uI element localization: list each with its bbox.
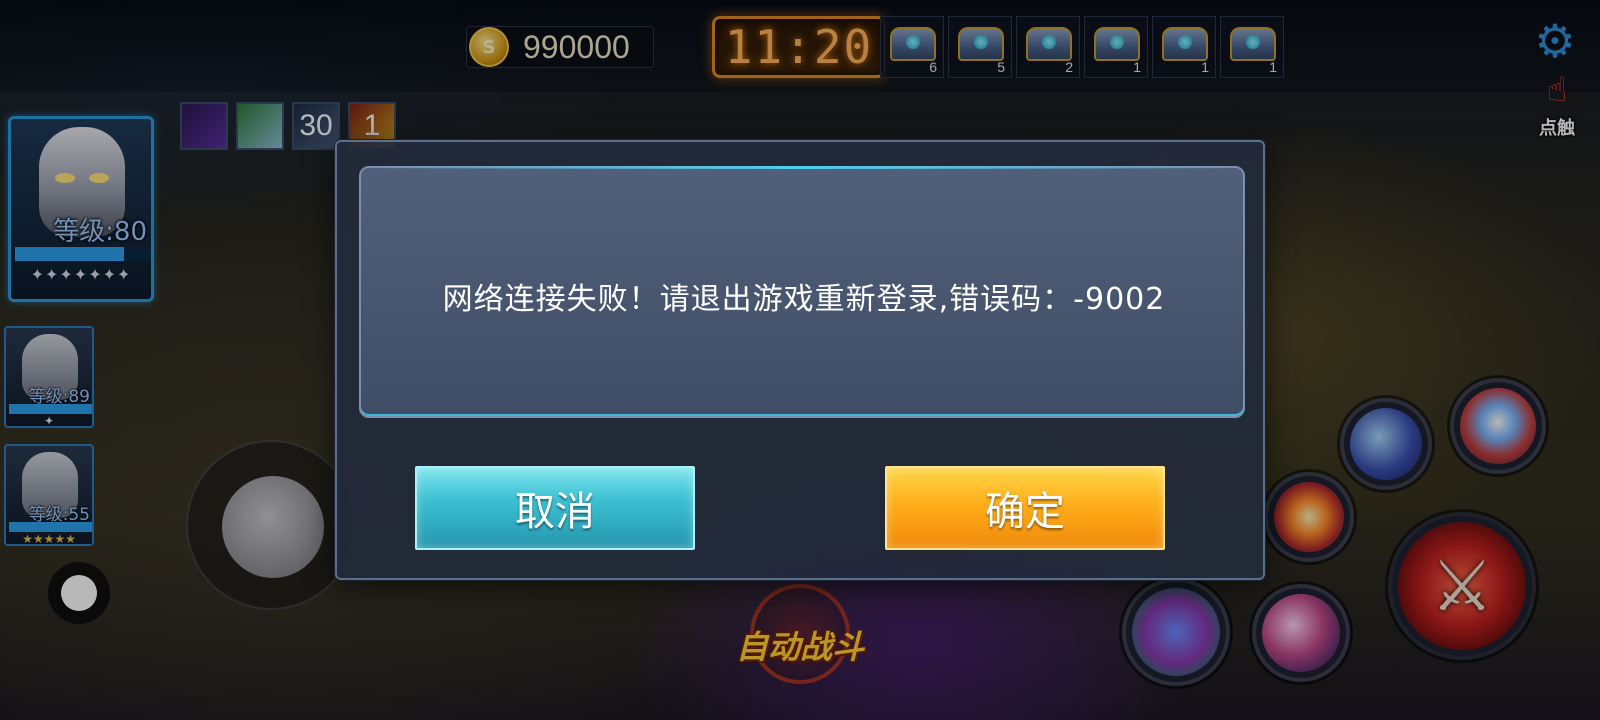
confirm-button[interactable]: 确定	[885, 466, 1165, 550]
cancel-button[interactable]: 取消	[415, 466, 695, 550]
error-dialog: 网络连接失败！请退出游戏重新登录,错误码：-9002 取消 确定	[335, 140, 1265, 580]
dialog-message-panel: 网络连接失败！请退出游戏重新登录,错误码：-9002	[359, 166, 1245, 418]
error-message: 网络连接失败！请退出游戏重新登录,错误码：-9002	[442, 282, 1166, 317]
